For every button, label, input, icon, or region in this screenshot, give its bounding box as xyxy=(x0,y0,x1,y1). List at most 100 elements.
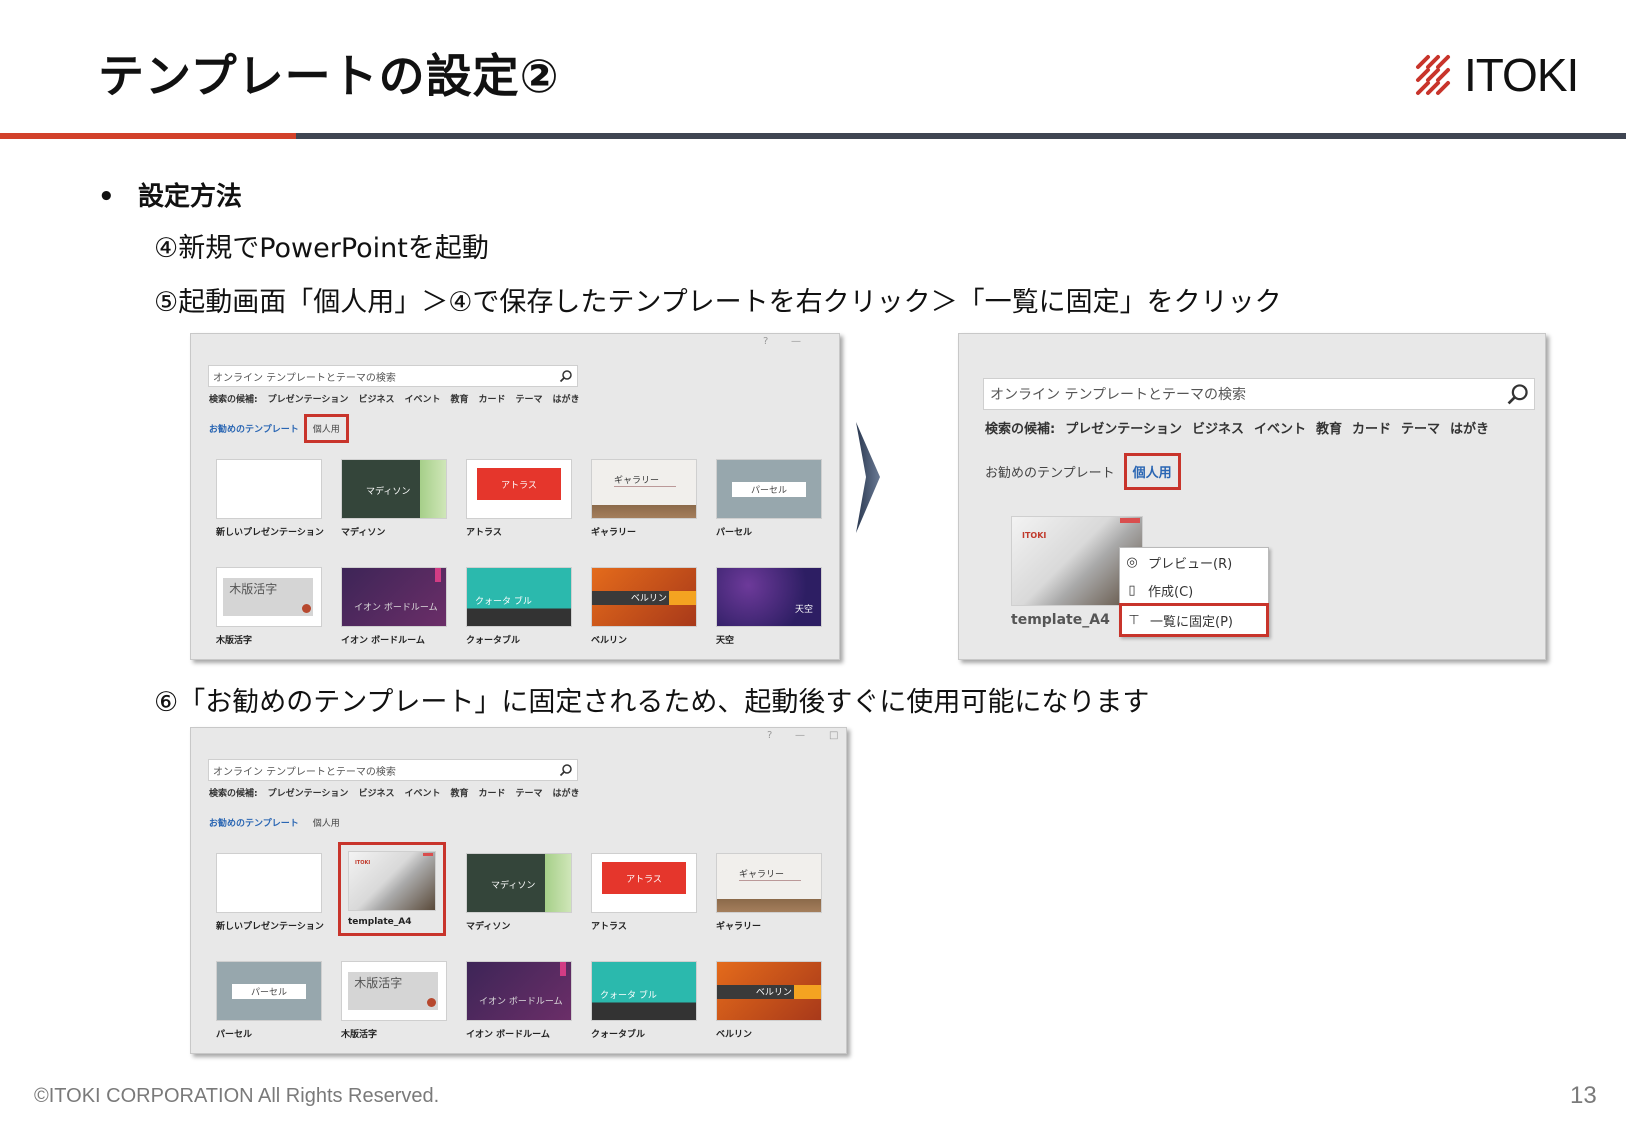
template-thumbnail[interactable]: パーセル xyxy=(216,961,322,1021)
template-thumbnail[interactable]: ベルリン xyxy=(591,567,697,627)
template-thumbnail[interactable]: イオン ボードルーム xyxy=(466,961,572,1021)
minimize-icon[interactable]: — xyxy=(795,730,805,741)
suggest-postcard[interactable]: はがき xyxy=(1450,422,1489,437)
menu-pin-to-list[interactable]: ⊤ 一覧に固定(P) xyxy=(1119,603,1269,637)
template-tile[interactable]: クォータ ブル クォータブル xyxy=(466,567,572,646)
template-thumbnail[interactable]: マディソン xyxy=(466,853,572,913)
template-tile[interactable]: 新しいプレゼンテーション xyxy=(216,853,324,932)
template-tile[interactable]: マディソン マディソン xyxy=(466,853,572,932)
maximize-icon[interactable]: □ xyxy=(829,730,838,741)
template-tile[interactable]: 木版活字 木版活字 xyxy=(216,567,322,646)
template-thumbnail[interactable]: ITOKI xyxy=(348,851,436,911)
template-tabs: お勧めのテンプレート 個人用 xyxy=(209,810,340,834)
template-thumbnail[interactable]: 木版活字 xyxy=(216,567,322,627)
tab-recommended[interactable]: お勧めのテンプレート xyxy=(209,816,299,829)
suggest-event[interactable]: イベント xyxy=(404,395,440,405)
template-caption: ギャラリー xyxy=(591,528,637,538)
template-tile[interactable]: アトラス アトラス xyxy=(466,459,572,538)
suggest-business[interactable]: ビジネス xyxy=(1192,422,1244,437)
template-thumbnail[interactable]: ギャラリー xyxy=(716,853,822,913)
template-tile[interactable]: 天空 天空 xyxy=(716,567,822,646)
template-thumbnail[interactable]: アトラス xyxy=(591,853,697,913)
suggest-theme[interactable]: テーマ xyxy=(1401,422,1440,437)
template-thumbnail[interactable] xyxy=(216,853,322,913)
thumbnail-label: アトラス xyxy=(602,862,686,894)
screenshot-start-screen: ? — オンライン テンプレートとテーマの検索 検索の候補: プレゼンテーションビ… xyxy=(190,333,840,660)
search-icon[interactable] xyxy=(1506,382,1530,406)
template-tile[interactable]: パーセル パーセル xyxy=(716,459,822,538)
menu-preview[interactable]: ◎ プレビュー(R) xyxy=(1120,548,1268,576)
tab-recommended[interactable]: お勧めのテンプレート xyxy=(985,462,1115,481)
template-thumbnail[interactable]: 天空 xyxy=(716,567,822,627)
help-icon[interactable]: ? xyxy=(763,336,768,347)
search-input[interactable]: オンライン テンプレートとテーマの検索 xyxy=(983,378,1535,410)
header-rule-accent xyxy=(0,133,296,139)
template-thumbnail[interactable]: クォータ ブル xyxy=(591,961,697,1021)
template-thumbnail[interactable]: アトラス xyxy=(466,459,572,519)
template-tile[interactable]: 木版活字 木版活字 xyxy=(341,961,447,1040)
template-tile[interactable]: アトラス アトラス xyxy=(591,853,697,932)
help-icon[interactable]: ? xyxy=(767,730,772,741)
suggest-education[interactable]: 教育 xyxy=(450,395,468,405)
template-thumbnail[interactable]: クォータ ブル xyxy=(466,567,572,627)
template-tile[interactable]: ベルリン ベルリン xyxy=(716,961,822,1040)
template-tile[interactable]: 新しいプレゼンテーション xyxy=(216,459,324,538)
suggest-card[interactable]: カード xyxy=(478,789,505,799)
template-thumbnail[interactable]: パーセル xyxy=(716,459,822,519)
tab-personal[interactable]: 個人用 xyxy=(1123,452,1181,490)
thumbnail-label: ギャラリー xyxy=(739,869,785,880)
template-tile[interactable]: パーセル パーセル xyxy=(216,961,322,1040)
thumbnail-label: パーセル xyxy=(231,984,307,1000)
suggest-business[interactable]: ビジネス xyxy=(358,789,394,799)
template-thumbnail[interactable]: 木版活字 xyxy=(341,961,447,1021)
suggest-business[interactable]: ビジネス xyxy=(358,395,394,405)
suggest-postcard[interactable]: はがき xyxy=(553,395,580,405)
thumbnail-label: クォータ ブル xyxy=(600,990,657,1001)
template-thumbnail[interactable]: マディソン xyxy=(341,459,447,519)
suggest-education[interactable]: 教育 xyxy=(450,789,468,799)
menu-pin-label: 一覧に固定(P) xyxy=(1150,614,1233,630)
tab-recommended[interactable]: お勧めのテンプレート xyxy=(209,422,299,435)
suggest-presentation[interactable]: プレゼンテーション xyxy=(268,789,349,799)
template-tile[interactable]: クォータ ブル クォータブル xyxy=(591,961,697,1040)
template-caption: マディソン xyxy=(466,922,511,932)
suggest-theme[interactable]: テーマ xyxy=(516,395,543,405)
minimize-icon[interactable]: — xyxy=(791,336,801,347)
bookmark-icon xyxy=(560,962,566,976)
tab-personal[interactable]: 個人用 xyxy=(303,413,349,443)
template-tile[interactable]: ギャラリー ギャラリー xyxy=(591,459,697,538)
search-input[interactable]: オンライン テンプレートとテーマの検索 xyxy=(208,759,578,781)
suggest-card[interactable]: カード xyxy=(1352,422,1391,437)
suggest-postcard[interactable]: はがき xyxy=(553,789,580,799)
template-tile[interactable]: イオン ボードルーム イオン ボードルーム xyxy=(341,567,447,646)
suggest-theme[interactable]: テーマ xyxy=(516,789,543,799)
template-thumbnail[interactable]: ベルリン xyxy=(716,961,822,1021)
itoki-logo-mark-icon xyxy=(1416,55,1450,95)
suggest-education[interactable]: 教育 xyxy=(1316,422,1342,437)
suggest-presentation[interactable]: プレゼンテーション xyxy=(1065,422,1182,437)
preview-icon: ◎ xyxy=(1126,554,1138,570)
template-thumbnail[interactable]: ギャラリー xyxy=(591,459,697,519)
suggest-event[interactable]: イベント xyxy=(1254,422,1306,437)
step-5-text: ⑤起動画面「個人用」＞④で保存したテンプレートを右クリック＞「一覧に固定」をクリ… xyxy=(154,287,1282,318)
search-icon[interactable] xyxy=(559,763,573,777)
template-caption: 新しいプレゼンテーション xyxy=(216,528,324,538)
template-tile[interactable]: ギャラリー ギャラリー xyxy=(716,853,822,932)
template-tile[interactable]: イオン ボードルーム イオン ボードルーム xyxy=(466,961,572,1040)
menu-create[interactable]: ▯ 作成(C) xyxy=(1120,576,1268,604)
suggest-card[interactable]: カード xyxy=(478,395,505,405)
search-icon[interactable] xyxy=(559,369,573,383)
tab-personal[interactable]: 個人用 xyxy=(313,816,340,829)
step-6-text: ⑥「お勧めのテンプレート」に固定されるため、起動後すぐに使用可能になります xyxy=(154,687,1150,718)
suggest-presentation[interactable]: プレゼンテーション xyxy=(268,395,349,405)
suggest-event[interactable]: イベント xyxy=(404,789,440,799)
thumbnail-label: ベルリン xyxy=(755,988,792,999)
search-input[interactable]: オンライン テンプレートとテーマの検索 xyxy=(208,365,578,387)
template-tile[interactable]: マディソン マディソン xyxy=(341,459,447,538)
header-rule xyxy=(296,133,1626,139)
template-thumbnail[interactable] xyxy=(216,459,322,519)
template-tile-pinned[interactable]: ITOKI template_A4 xyxy=(338,842,446,936)
template-thumbnail[interactable]: イオン ボードルーム xyxy=(341,567,447,627)
template-tile[interactable]: ベルリン ベルリン xyxy=(591,567,697,646)
search-placeholder: オンライン テンプレートとテーマの検索 xyxy=(990,387,1247,403)
